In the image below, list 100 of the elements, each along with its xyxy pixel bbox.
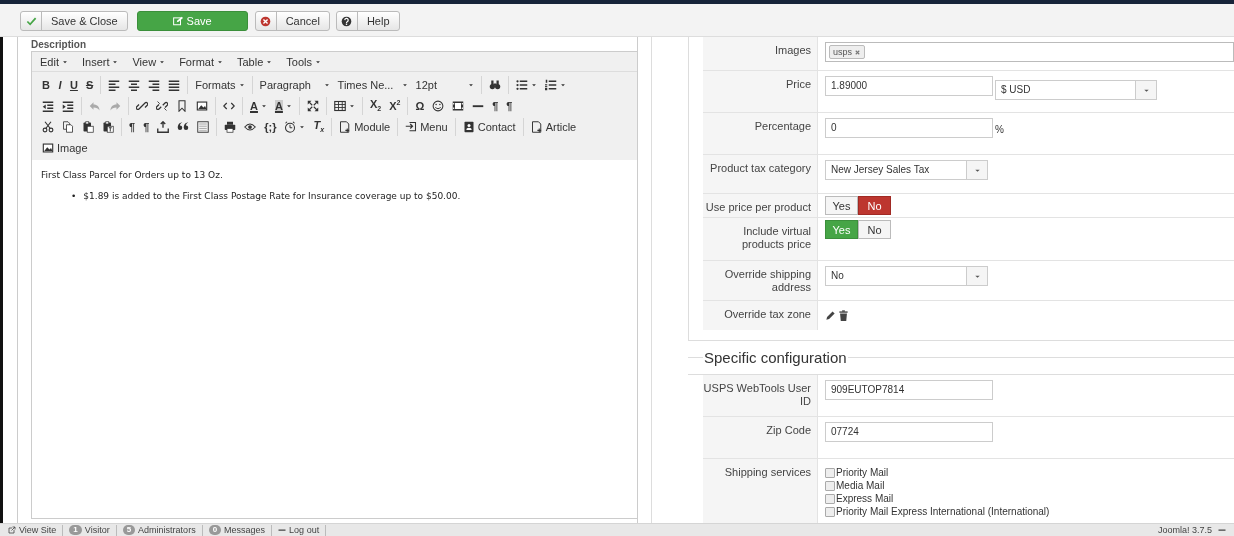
caret-icon (61, 58, 68, 65)
unlink-icon (156, 99, 168, 112)
visual-characters-button[interactable]: ¶ (139, 116, 154, 137)
status-link[interactable]: Visitor (84, 524, 110, 536)
text-input[interactable]: 07724 (825, 422, 993, 442)
cancel-button[interactable]: Cancel (254, 11, 330, 31)
text-input[interactable]: 909EUTOP7814 (825, 380, 993, 400)
menu-item[interactable]: Edit (40, 55, 68, 68)
special-character-button[interactable]: Ω (411, 95, 429, 116)
caret-icon (348, 102, 355, 109)
align-center-icon (128, 78, 141, 91)
subscript-button[interactable]: X$_{2}$ (365, 95, 386, 116)
status-link[interactable]: Log out (289, 524, 320, 536)
delete-button[interactable] (838, 309, 849, 321)
field-label: Shipping services (703, 459, 818, 523)
text-color-button[interactable]: A (246, 95, 271, 116)
caret-icon (217, 58, 223, 65)
link-icon (136, 99, 148, 112)
status-link[interactable]: Administrators (138, 524, 196, 536)
select-field[interactable]: New Jersey Sales Tax (825, 160, 988, 180)
field-label: Product tax category (703, 155, 818, 193)
remove-icon (854, 48, 861, 56)
field-label: Price (703, 71, 818, 112)
media-icon (452, 99, 465, 112)
checkbox[interactable] (825, 467, 835, 478)
menu-button[interactable]: Menu (401, 116, 452, 137)
underline-button[interactable]: U (65, 74, 82, 95)
count-badge: 5 (122, 525, 136, 535)
paragraph: First Class Parcel for Orders up to 13 Oz. (41, 169, 224, 182)
help-button[interactable]: Help (335, 11, 400, 31)
currency-select[interactable]: $ USD (995, 80, 1157, 100)
trash-icon (838, 309, 849, 321)
copy-icon (62, 120, 74, 133)
article-button[interactable]: Article (526, 116, 581, 137)
menu-item[interactable]: Insert (81, 55, 119, 68)
justify-icon (168, 78, 181, 91)
paste-icon (82, 120, 94, 133)
toggle-option[interactable]: Yes (825, 196, 858, 215)
menu-item[interactable]: Format (179, 55, 223, 68)
menu-item[interactable]: View (132, 55, 166, 68)
template-icon (197, 120, 210, 133)
edit-button[interactable] (825, 309, 836, 321)
count-badge: 0 (208, 525, 222, 535)
code-sample-button[interactable]: {;} (260, 116, 281, 137)
module-button[interactable]: Module (335, 116, 395, 137)
clear-formatting-button[interactable]: T$_{x}$ (309, 116, 329, 137)
outdent-icon (42, 99, 54, 112)
field-label: Description (31, 39, 87, 51)
status-link[interactable]: Messages (224, 524, 266, 536)
strikethrough-button[interactable]: S (81, 74, 98, 95)
section-title: Specific configuration (703, 349, 848, 367)
save-close-button[interactable]: Save & Close (20, 11, 128, 31)
image-button[interactable]: Image (38, 137, 92, 158)
caret-icon (314, 58, 321, 65)
status-link[interactable]: View Site (19, 524, 57, 536)
menu-item[interactable]: Table (237, 55, 273, 68)
field-label: Override tax zone (703, 301, 818, 330)
undo-icon (89, 99, 101, 112)
external-link-icon (8, 526, 16, 534)
help-icon (341, 15, 353, 27)
tag-chip[interactable]: usps (829, 45, 865, 59)
checkbox-label: Express Mail (836, 493, 894, 504)
image-icon (42, 141, 54, 154)
toolbar-dropdown[interactable]: Paragraph (255, 74, 334, 95)
toggle-option[interactable]: No (858, 220, 891, 239)
superscript-button[interactable]: X$^{2}$ (385, 95, 405, 116)
caret-icon (159, 58, 166, 65)
right-to-left-button[interactable]: ¶ (502, 95, 517, 116)
tag-input[interactable]: usps (825, 42, 1234, 62)
caret-icon (401, 81, 408, 88)
binoculars-icon (488, 78, 501, 91)
italic-button[interactable]: I (53, 74, 66, 95)
text-input[interactable]: 0 (825, 118, 993, 138)
table-icon (333, 99, 346, 112)
checkbox[interactable] (825, 506, 835, 517)
contact-button[interactable]: Contact (458, 116, 520, 137)
toolbar-dropdown[interactable]: Times Ne... (333, 74, 412, 95)
checkbox-label: Priority Mail Express International (International) (836, 506, 1050, 517)
checkbox[interactable] (825, 480, 835, 491)
count-badge: 1 (69, 525, 82, 535)
bold-button[interactable]: B (38, 74, 54, 95)
background-color-button[interactable]: A (270, 95, 296, 116)
price-input[interactable]: 1.89000 (825, 76, 993, 96)
field-label: Percentage (703, 113, 818, 154)
toggle-option[interactable]: No (858, 196, 891, 215)
indent-icon (62, 99, 74, 112)
bullet-list-icon (515, 78, 528, 91)
caret-icon (260, 102, 267, 109)
show-blocks-button[interactable]: ¶ (125, 116, 140, 137)
caret-icon (299, 123, 306, 130)
checkbox-label: Priority Mail (836, 467, 889, 478)
formats-dropdown[interactable]: Formats (191, 74, 249, 95)
menu-item[interactable]: Tools (286, 55, 321, 68)
cut-icon (42, 120, 54, 133)
select-field[interactable]: No (825, 266, 988, 286)
list-item: $1.89 is added to the First Class Postage Rate for Insurance coverage up to $50.00. (83, 190, 461, 203)
image-icon (196, 99, 208, 112)
checkbox[interactable] (825, 493, 835, 504)
left-to-right-button[interactable]: ¶ (488, 95, 503, 116)
toolbar-dropdown[interactable]: 12pt (411, 74, 478, 95)
